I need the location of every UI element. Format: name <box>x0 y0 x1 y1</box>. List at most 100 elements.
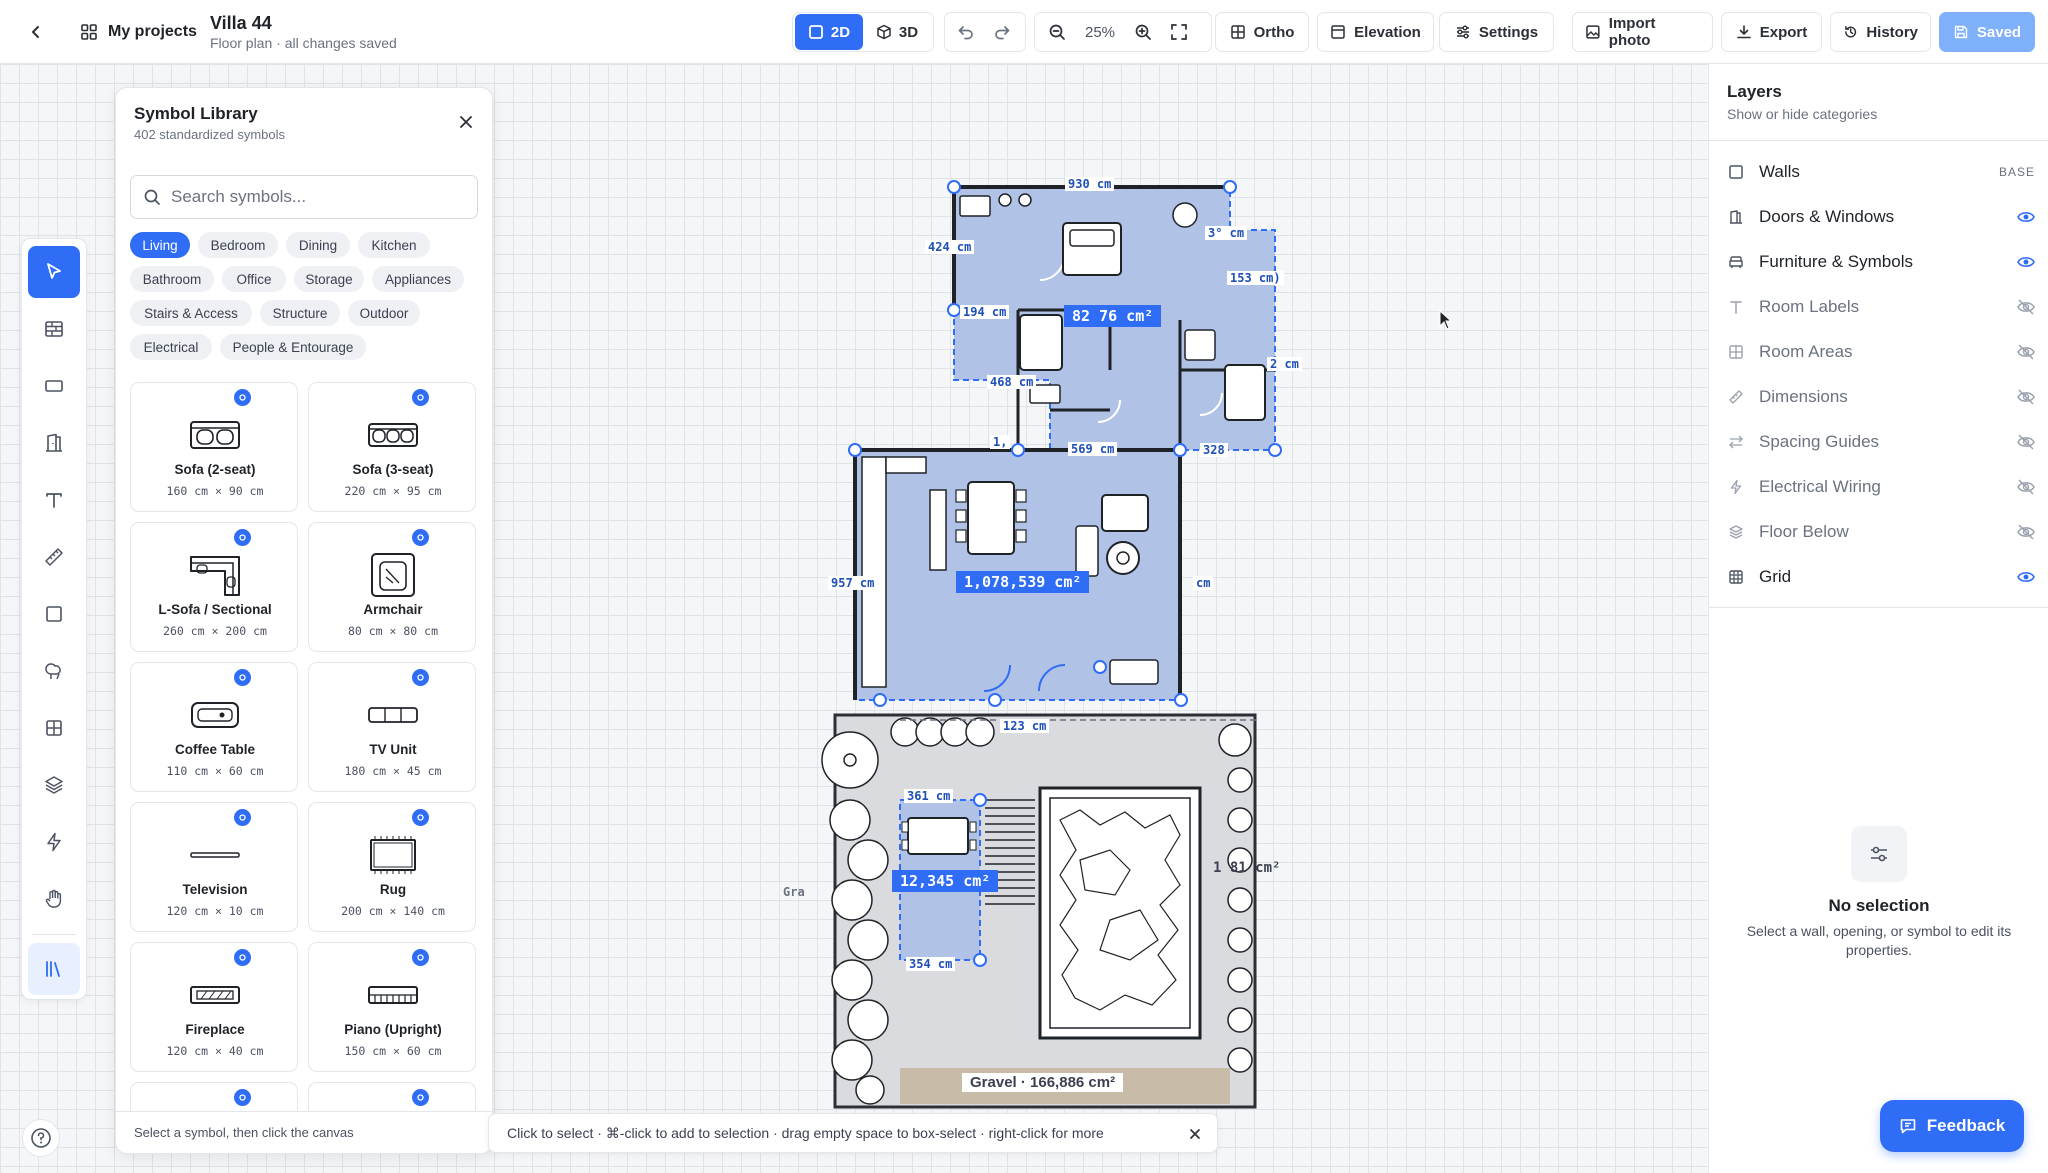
export-button[interactable]: Export <box>1721 12 1822 52</box>
room-tool[interactable] <box>28 360 80 412</box>
selection-handle[interactable] <box>1268 443 1282 457</box>
selection-handle[interactable] <box>848 443 862 457</box>
question-icon <box>31 1128 51 1148</box>
fit-screen-button[interactable] <box>1161 14 1197 50</box>
symbol-card-l-sofa[interactable]: L-Sofa / Sectional 260 cm × 200 cm <box>130 522 298 652</box>
zoom-out-button[interactable] <box>1039 14 1075 50</box>
eye-off-icon[interactable] <box>2015 476 2037 498</box>
category-chip-office[interactable]: Office <box>222 266 286 292</box>
shape-tool[interactable] <box>28 588 80 640</box>
electrical-tool[interactable] <box>28 816 80 868</box>
category-chip-storage[interactable]: Storage <box>294 266 364 292</box>
selection-handle[interactable] <box>988 693 1002 707</box>
view-3d-button[interactable]: 3D <box>863 14 931 50</box>
view-3d-label: 3D <box>898 23 919 41</box>
category-chip-dining[interactable]: Dining <box>286 232 350 258</box>
category-chip-living[interactable]: Living <box>130 232 190 258</box>
feedback-button[interactable]: Feedback <box>1880 1100 2024 1152</box>
dismiss-hint-button[interactable] <box>1185 1124 1205 1144</box>
selection-handle[interactable] <box>1223 180 1237 194</box>
door-tool[interactable] <box>28 417 80 469</box>
selection-handle[interactable] <box>873 693 887 707</box>
history-button[interactable]: History <box>1830 12 1931 52</box>
symbol-search-input[interactable] <box>171 187 461 207</box>
eye-icon[interactable] <box>2015 251 2037 273</box>
selection-handle[interactable] <box>1011 443 1025 457</box>
window-tool[interactable] <box>28 702 80 754</box>
ortho-button[interactable]: Ortho <box>1215 12 1309 52</box>
zoom-in-button[interactable] <box>1125 14 1161 50</box>
category-chip-bathroom[interactable]: Bathroom <box>130 266 214 292</box>
elevation-button[interactable]: Elevation <box>1317 12 1434 52</box>
category-chip-stairs[interactable]: Stairs & Access <box>130 300 252 326</box>
select-tool[interactable] <box>28 246 80 298</box>
eye-off-icon[interactable] <box>2015 431 2037 453</box>
eye-icon[interactable] <box>2015 206 2037 228</box>
selection-handle[interactable] <box>947 303 961 317</box>
saved-button[interactable]: Saved <box>1939 12 2035 52</box>
category-chip-outdoor[interactable]: Outdoor <box>348 300 420 326</box>
zoom-level[interactable]: 25% <box>1075 24 1125 41</box>
pan-tool[interactable] <box>28 873 80 925</box>
undo-button[interactable] <box>948 14 984 50</box>
layer-row-electrical[interactable]: Electrical Wiring <box>1727 472 2037 502</box>
layer-row-grid[interactable]: Grid <box>1727 562 2037 592</box>
category-chip-electrical[interactable]: Electrical <box>130 334 212 360</box>
layer-row-furniture[interactable]: Furniture & Symbols <box>1727 247 2037 277</box>
import-photo-button[interactable]: Import photo <box>1572 12 1713 52</box>
landscape-tool[interactable] <box>28 645 80 697</box>
layer-row-floor-below[interactable]: Floor Below <box>1727 517 2037 547</box>
eye-off-icon[interactable] <box>2015 341 2037 363</box>
chat-icon <box>1900 1119 1916 1134</box>
symbol-library-tool[interactable] <box>28 943 80 995</box>
category-chip-appliances[interactable]: Appliances <box>372 266 464 292</box>
symbol-card-fireplace[interactable]: Fireplace 120 cm × 40 cm <box>130 942 298 1072</box>
symbol-card-piano[interactable]: Piano (Upright) 150 cm × 60 cm <box>308 942 476 1072</box>
symbol-name: Rug <box>379 882 407 897</box>
selection-handle[interactable] <box>947 180 961 194</box>
back-button[interactable] <box>22 18 50 46</box>
selection-handle[interactable] <box>973 793 987 807</box>
symbol-card-sofa-3[interactable]: Sofa (3-seat) 220 cm × 95 cm <box>308 382 476 512</box>
layer-row-walls[interactable]: Walls BASE <box>1727 157 2037 187</box>
layers-tool[interactable] <box>28 759 80 811</box>
redo-button[interactable] <box>984 14 1020 50</box>
category-chip-bedroom[interactable]: Bedroom <box>198 232 278 258</box>
measure-tool[interactable] <box>28 531 80 583</box>
close-library-button[interactable] <box>454 110 478 134</box>
category-chip-kitchen[interactable]: Kitchen <box>358 232 430 258</box>
selection-handle[interactable] <box>1173 443 1187 457</box>
bolt-icon <box>47 832 61 852</box>
floor-plan[interactable]: 930 cm 424 cm 3° cm 153 cm) 194 cm 2 cm … <box>780 160 1320 1120</box>
layers-panel: Layers Show or hide categories Walls BAS… <box>1708 64 2048 1173</box>
selection-handle[interactable] <box>1174 693 1188 707</box>
symbol-card-coffee-table[interactable]: Coffee Table 110 cm × 60 cm <box>130 662 298 792</box>
layers-icon <box>45 776 63 794</box>
selection-handle[interactable] <box>973 953 987 967</box>
dimension-label: 569 cm <box>1068 442 1118 456</box>
view-2d-button[interactable]: 2D <box>795 14 863 50</box>
category-chip-structure[interactable]: Structure <box>260 300 340 326</box>
layer-row-dimensions[interactable]: Dimensions <box>1727 382 2037 412</box>
eye-off-icon[interactable] <box>2015 386 2037 408</box>
text-tool[interactable] <box>28 474 80 526</box>
symbol-card-television[interactable]: Television 120 cm × 10 cm <box>130 802 298 932</box>
symbol-card-armchair[interactable]: Armchair 80 cm × 80 cm <box>308 522 476 652</box>
category-chip-people[interactable]: People & Entourage <box>220 334 366 360</box>
symbol-card-sofa-2[interactable]: Sofa (2-seat) 160 cm × 90 cm <box>130 382 298 512</box>
eye-off-icon[interactable] <box>2015 521 2037 543</box>
selection-handle[interactable] <box>1093 660 1107 674</box>
layer-row-spacing-guides[interactable]: Spacing Guides <box>1727 427 2037 457</box>
layer-row-room-areas[interactable]: Room Areas <box>1727 337 2037 367</box>
layer-row-doors-windows[interactable]: Doors & Windows <box>1727 202 2037 232</box>
symbol-card-rug[interactable]: Rug 200 cm × 140 cm <box>308 802 476 932</box>
eye-off-icon[interactable] <box>2015 296 2037 318</box>
symbol-card-tv-unit[interactable]: TV Unit 180 cm × 45 cm <box>308 662 476 792</box>
settings-button[interactable]: Settings <box>1439 12 1554 52</box>
eye-icon[interactable] <box>2015 566 2037 588</box>
wall-tool[interactable] <box>28 303 80 355</box>
help-button[interactable] <box>22 1119 60 1157</box>
symbol-dimensions: 120 cm × 10 cm <box>166 904 264 918</box>
layer-row-room-labels[interactable]: Room Labels <box>1727 292 2037 322</box>
my-projects-button[interactable]: My projects <box>80 18 197 46</box>
